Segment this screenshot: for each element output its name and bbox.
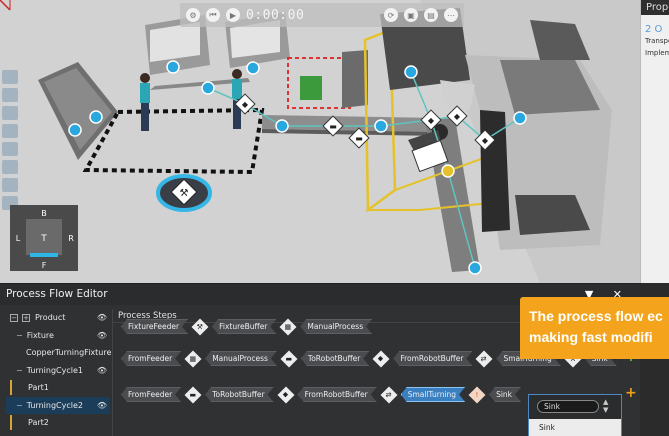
process-flow-row: FromFeeder ▬ ToRobotBuffer ◆ FromRobotBuffer… [121,386,525,403]
step-connector-icon[interactable]: ◆ [372,350,390,367]
viewport-toolbar [2,70,22,210]
tutorial-callout: The process flow ec making fast modifi [520,297,669,359]
options-icon[interactable]: ⋯ [444,8,458,22]
product-label: Part2 [28,418,49,428]
product-label: CopperTurningFixture [26,348,112,358]
toolbar-button-7[interactable] [2,178,18,192]
part-marker [10,380,12,396]
snapshot-icon[interactable]: ▣ [404,8,418,22]
product-label: TurningCycle1 [26,365,83,375]
process-step-chip[interactable]: ManualProcess [205,351,277,366]
svg-text:▬: ▬ [355,134,363,143]
factory-scene: ◆ ▬ ▬ ◆ ◆ ◆ ⚒ [0,0,640,283]
3d-viewport[interactable]: ◆ ▬ ▬ ◆ ◆ ◆ ⚒ ⚙ ⏮ ▶ 0:00:00 ⟳ ▣ ▤ ⋯ B L … [0,0,640,283]
viewcube-center-label: T [40,234,47,244]
process-step-chip[interactable]: FromFeeder [121,351,181,366]
svg-text:◆: ◆ [454,112,461,121]
properties-line-1: Transpo [645,37,669,45]
viewcube-bottom-label: F [42,261,47,270]
process-step-chip[interactable]: ToRobotBuffer [205,387,273,402]
sink-select-field[interactable]: Sink [537,400,599,413]
add-step-highlighted-icon[interactable]: + [625,385,637,401]
toolbar-button-5[interactable] [2,142,18,156]
statistics-icon[interactable]: ▤ [424,8,438,22]
properties-title: 2 O [645,24,663,35]
tree-toggle-icon[interactable]: − [16,366,23,375]
step-connector-icon[interactable]: ▦ [184,350,202,367]
process-step-chip[interactable]: ManualProcess [300,319,372,334]
callout-line-1: The process flow ec [529,308,663,324]
part-marker [10,415,12,431]
speed-icon[interactable]: ⟳ [384,8,398,22]
visibility-icon[interactable]: 👁 [97,366,107,375]
svg-text:◆: ◆ [242,100,249,109]
toolbar-button-2[interactable] [2,88,18,102]
product-header-row: − + Product 👁 [6,309,110,327]
tree-toggle-icon[interactable]: − [16,331,23,340]
settings-icon[interactable]: ⚙ [186,8,200,22]
process-step-chip[interactable]: FixtureBuffer [212,319,276,334]
step-connector-icon[interactable]: ⚒ [191,318,209,335]
product-part-row[interactable]: Part1 [6,379,110,397]
toolbar-button-3[interactable] [2,106,18,120]
properties-line-2: Implem [645,49,669,57]
process-step-chip[interactable]: SmallTurning [401,387,465,402]
product-part-row[interactable]: CopperTurningFixture [6,344,112,362]
callout-line-2: making fast modifi [529,329,653,345]
warning-connector-icon[interactable]: ! [468,386,486,403]
process-step-chip[interactable]: FromFeeder [121,387,181,402]
stepper-icon[interactable]: ▲ ▼ [603,398,608,414]
viewcube-top-label: B [41,209,47,218]
svg-text:◆: ◆ [482,136,489,145]
step-connector-icon[interactable]: ▬ [280,350,298,367]
properties-panel: Prope 2 O Transpo Implem [640,0,669,283]
svg-text:◆: ◆ [428,116,435,125]
visibility-icon[interactable]: 👁 [97,401,107,410]
product-group-row[interactable]: − TurningCycle2 👁 [6,396,110,414]
simulation-playbar: ⚙ ⏮ ▶ 0:00:00 ⟳ ▣ ▤ ⋯ [180,3,464,27]
product-group-row[interactable]: − Fixture 👁 [6,327,110,345]
toolbar-button-6[interactable] [2,160,18,174]
svg-text:⚒: ⚒ [180,188,189,199]
app-root: ◆ ▬ ▬ ◆ ◆ ◆ ⚒ ⚙ ⏮ ▶ 0:00:00 ⟳ ▣ ▤ ⋯ B L … [0,0,669,436]
viewcube-right-label: R [68,234,74,243]
toolbar-button-1[interactable] [2,70,18,84]
view-cube[interactable]: B L T R F [10,205,78,271]
simulation-time: 0:00:00 [246,7,305,23]
sink-option[interactable]: Sink [529,419,621,436]
process-step-chip[interactable]: ToRobotBuffer [301,351,369,366]
process-step-chip[interactable]: FromRobotBuffer [298,387,377,402]
svg-text:▬: ▬ [329,122,337,131]
editor-title: Process Flow Editor [6,288,108,300]
step-connector-icon[interactable]: ▬ [184,386,202,403]
tree-toggle-icon[interactable]: − [16,401,23,410]
visibility-icon[interactable]: 👁 [97,331,107,340]
product-tree: − + Product 👁 − Fixture 👁 CopperTurningFixture −… [6,309,112,436]
viewcube-left-label: L [16,234,21,243]
product-label: TurningCycle2 [26,400,83,410]
process-flow-row: FixtureFeeder ⚒ FixtureBuffer ▦ ManualProces… [121,318,376,335]
step-connector-icon[interactable]: ◆ [277,386,295,403]
properties-header: Prope [641,0,669,15]
process-step-chip[interactable]: Sink [489,387,521,402]
product-label: Fixture [26,330,54,340]
sink-selector[interactable]: Sink ▲ ▼ Sink [528,394,622,436]
product-group-row[interactable]: − TurningCycle1 👁 [6,362,110,380]
step-connector-icon[interactable]: ▦ [279,318,297,335]
step-connector-icon[interactable]: ⇄ [380,386,398,403]
process-step-chip[interactable]: FixtureFeeder [121,319,188,334]
play-icon[interactable]: ▶ [226,8,240,22]
product-part-row[interactable]: Part2 [6,414,110,432]
expand-all-icon[interactable]: + [22,313,30,322]
step-connector-icon[interactable]: ⇄ [475,350,493,367]
toolbar-button-4[interactable] [2,124,18,138]
process-step-chip[interactable]: FromRobotBuffer [393,351,472,366]
rewind-icon[interactable]: ⏮ [206,8,220,22]
product-label: Part1 [28,383,49,393]
collapse-all-icon[interactable]: − [10,313,18,322]
product-header: Product [35,313,66,323]
visibility-icon[interactable]: 👁 [97,313,107,322]
